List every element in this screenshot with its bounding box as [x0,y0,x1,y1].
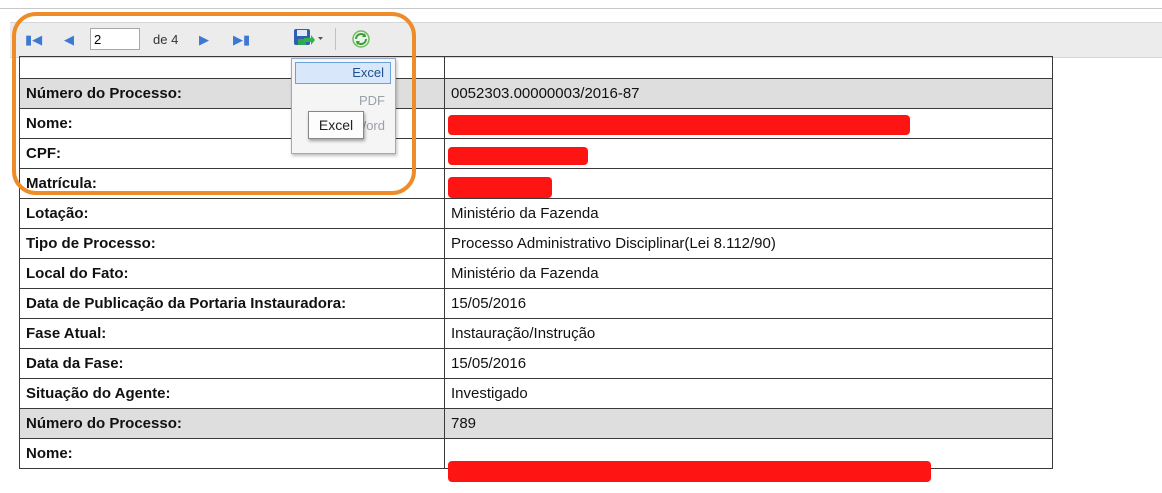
field-label: Situação do Agente: [19,378,445,409]
top-divider [0,8,1162,9]
save-disk-icon [294,29,323,45]
page-total-label: de 4 [153,32,179,47]
excel-tooltip: Excel [308,111,364,139]
field-label: Lotação: [19,198,445,229]
table-row: Fase Atual: Instauração/Instrução [19,318,1053,349]
table-row: Local do Fato: Ministério da Fazenda [19,258,1053,289]
table-row: Número do Processo: 0052303.00000003/2016… [19,78,1053,109]
page-number-input[interactable] [90,28,140,50]
first-page-icon[interactable]: ▮◀ [25,33,42,46]
field-value: Processo Administrativo Disciplinar(Lei … [444,228,1053,259]
last-page-icon[interactable]: ▶▮ [233,33,250,46]
field-label: Matrícula: [19,168,445,199]
report-toolbar [10,22,1162,58]
table-row: Tipo de Processo: Processo Administrativo… [19,228,1053,259]
field-label: Data de Publicação da Portaria Instaurad… [19,288,445,319]
redaction-mark [448,115,910,135]
field-label: Número do Processo: [19,408,445,439]
export-format-menu: Excel PDF Word [291,58,396,154]
export-excel-option[interactable]: Excel [295,62,391,84]
table-row: Data da Fase: 15/05/2016 [19,348,1053,379]
previous-page-icon[interactable]: ◀ [64,33,74,46]
field-value: Investigado [444,378,1053,409]
refresh-button[interactable] [350,28,372,55]
field-label: Fase Atual: [19,318,445,349]
field-value: 15/05/2016 [444,348,1053,379]
field-label: Tipo de Processo: [19,228,445,259]
field-value: Instauração/Instrução [444,318,1053,349]
field-label: Local do Fato: [19,258,445,289]
export-button[interactable] [293,27,325,49]
redaction-mark [448,147,588,165]
field-label: Data da Fase: [19,348,445,379]
table-row: Número do Processo: 789 [19,408,1053,439]
table-row: Data de Publicação da Portaria Instaurad… [19,288,1053,319]
redaction-mark [448,461,931,482]
field-value [444,56,1053,79]
export-pdf-option[interactable]: PDF [295,90,391,112]
next-page-icon[interactable]: ▶ [199,33,209,46]
refresh-icon [352,30,370,48]
table-row [19,56,1053,79]
field-value: Ministério da Fazenda [444,258,1053,289]
field-value: 789 [444,408,1053,439]
field-label: Nome: [19,438,445,469]
table-row: Situação do Agente: Investigado [19,378,1053,409]
field-value: 15/05/2016 [444,288,1053,319]
redaction-mark [448,177,552,198]
table-row: Lotação: Ministério da Fazenda [19,198,1053,229]
toolbar-separator [335,28,336,50]
field-value: Ministério da Fazenda [444,198,1053,229]
field-value: 0052303.00000003/2016-87 [444,78,1053,109]
